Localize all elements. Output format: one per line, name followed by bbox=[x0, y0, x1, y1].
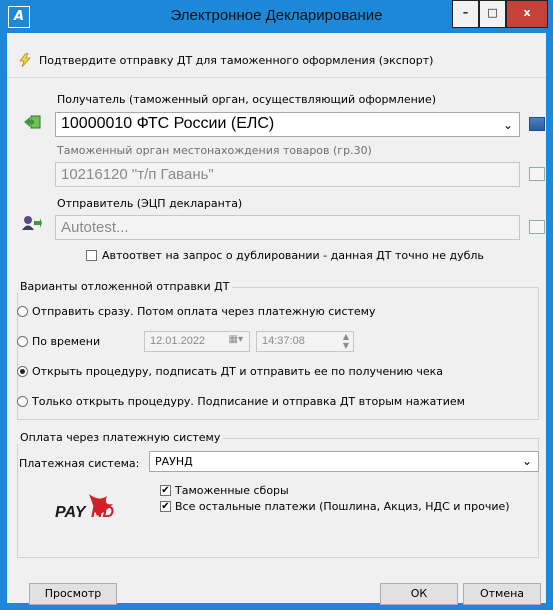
radio-open-sign-send-label: Открыть процедуру, подписать ДТ и отправ… bbox=[32, 365, 444, 378]
cancel-button[interactable]: Отмена bbox=[463, 583, 541, 605]
chevron-down-icon[interactable]: ⌄ bbox=[503, 118, 513, 132]
other-payments-label: Все остальные платежи (Пошлина, Акциз, Н… bbox=[175, 500, 510, 513]
receiver-lookup-icon[interactable] bbox=[529, 117, 545, 131]
location-customs-value: 10216120 "т/п Гавань" bbox=[61, 166, 214, 183]
sender-lookup-icon bbox=[529, 220, 545, 234]
sender-label: Отправитель (ЭЦП декларанта) bbox=[57, 197, 243, 210]
receiver-select[interactable]: 10000010 ФТС России (ЕЛС) ⌄ bbox=[55, 112, 520, 137]
time-value: 14:37:08 bbox=[262, 335, 305, 347]
chevron-down-icon[interactable]: ⌄ bbox=[522, 454, 532, 468]
payment-system-value: РАУНД bbox=[155, 455, 193, 468]
minimize-button[interactable]: – bbox=[452, 0, 479, 28]
location-customs-field: 10216120 "т/п Гавань" bbox=[55, 162, 520, 187]
payment-system-select[interactable]: РАУНД ⌄ bbox=[149, 451, 539, 472]
confirm-text: Подтвердите отправку ДТ для таможенного … bbox=[39, 54, 434, 67]
user-sender-icon bbox=[22, 216, 42, 230]
app-window: A Электронное Декларирование – □ x Подтв… bbox=[0, 0, 553, 610]
other-payments-checkbox[interactable]: ✔ bbox=[160, 501, 171, 512]
date-value: 12.01.2022 bbox=[150, 335, 206, 347]
payhd-logo: PAY HD bbox=[51, 492, 119, 526]
radio-send-now-label: Отправить сразу. Потом оплата через плат… bbox=[32, 305, 376, 318]
customs-fees-label: Таможенные сборы bbox=[175, 484, 289, 497]
deferred-group-title: Варианты отложенной отправки ДТ bbox=[17, 280, 233, 293]
radio-by-time-label: По времени bbox=[32, 335, 101, 348]
calendar-icon: ▦▾ bbox=[228, 334, 243, 345]
radio-open-only-label: Только открыть процедуру. Подписание и о… bbox=[32, 395, 465, 408]
location-customs-label: Таможенный орган местонахождения товаров… bbox=[57, 144, 372, 157]
receiver-import-icon bbox=[24, 115, 41, 129]
auto-reply-label: Автоответ на запрос о дублировании - дан… bbox=[102, 249, 484, 262]
radio-open-sign-send[interactable] bbox=[17, 366, 28, 377]
spinner-arrows-icon: ▲ ▼ bbox=[342, 332, 349, 350]
radio-by-time[interactable] bbox=[17, 336, 28, 347]
lightning-icon bbox=[19, 53, 31, 67]
payment-group-title: Оплата через платежную систему bbox=[17, 431, 224, 444]
maximize-button[interactable]: □ bbox=[479, 0, 506, 28]
location-lookup-icon bbox=[529, 167, 545, 181]
preview-button[interactable]: Просмотр bbox=[29, 583, 117, 605]
dialog-client: Подтвердите отправку ДТ для таможенного … bbox=[7, 33, 546, 605]
close-button[interactable]: x bbox=[506, 0, 548, 28]
radio-open-only[interactable] bbox=[17, 396, 28, 407]
auto-reply-checkbox[interactable] bbox=[86, 250, 97, 261]
time-spinner: 14:37:08 ▲ ▼ bbox=[256, 331, 354, 352]
ok-button[interactable]: ОК bbox=[380, 583, 458, 605]
payment-system-label: Платежная система: bbox=[19, 457, 140, 470]
receiver-value: 10000010 ФТС России (ЕЛС) bbox=[61, 115, 275, 132]
sender-value: Autotest... bbox=[61, 219, 129, 236]
date-picker: 12.01.2022 ▦▾ bbox=[144, 331, 250, 352]
payhd-logo-text-a: PAY bbox=[55, 504, 86, 521]
radio-send-now[interactable] bbox=[17, 306, 28, 317]
payhd-logo-text-b: HD bbox=[91, 504, 115, 521]
sender-field: Autotest... bbox=[55, 215, 520, 240]
divider bbox=[7, 77, 546, 78]
customs-fees-checkbox[interactable]: ✔ bbox=[160, 485, 171, 496]
title-bar: A Электронное Декларирование – □ x bbox=[0, 0, 553, 33]
receiver-label: Получатель (таможенный орган, осуществля… bbox=[57, 93, 437, 106]
